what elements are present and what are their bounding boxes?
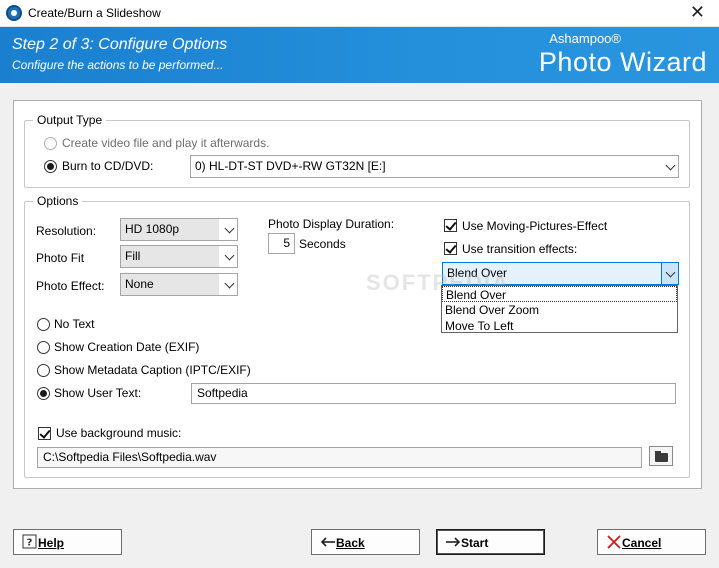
caption-creation-date-radio[interactable] bbox=[37, 341, 50, 354]
photo-effect-label: Photo Effect: bbox=[36, 279, 105, 293]
music-path-input[interactable]: C:\Softpedia Files\Softpedia.wav bbox=[37, 447, 642, 468]
burn-disc-radio[interactable] bbox=[44, 160, 57, 173]
cancel-icon bbox=[607, 535, 621, 549]
moving-pictures-label: Use Moving-Pictures-Effect bbox=[462, 219, 608, 233]
caption-no-text-radio[interactable] bbox=[37, 318, 50, 331]
photo-fit-value: Fill bbox=[121, 246, 219, 267]
help-button[interactable]: ? Help bbox=[13, 529, 122, 555]
output-type-group: Output Type Create video file and play i… bbox=[24, 113, 690, 188]
user-text-input[interactable]: Softpedia bbox=[191, 383, 676, 404]
step-subtitle: Configure the actions to be performed... bbox=[12, 58, 224, 72]
background-music-checkbox[interactable] bbox=[38, 427, 51, 440]
arrow-left-icon bbox=[320, 537, 335, 547]
cancel-button[interactable]: Cancel bbox=[597, 529, 706, 555]
duration-input[interactable]: 5 bbox=[268, 233, 295, 254]
start-button[interactable]: Start bbox=[436, 529, 545, 555]
help-icon: ? bbox=[22, 534, 37, 549]
brand-name-large: Photo Wizard bbox=[538, 47, 707, 77]
svg-text:?: ? bbox=[27, 538, 33, 549]
output-type-legend: Output Type bbox=[33, 113, 107, 127]
transition-label: Use transition effects: bbox=[462, 242, 578, 256]
transition-option[interactable]: Blend Over Zoom bbox=[442, 302, 677, 318]
create-video-label: Create video file and play it afterwards… bbox=[62, 136, 270, 150]
resolution-label: Resolution: bbox=[36, 224, 97, 238]
drive-select[interactable]: 0) HL-DT-ST DVD+-RW GT32N [E:] bbox=[190, 155, 679, 178]
transition-checkbox[interactable] bbox=[444, 242, 457, 255]
chevron-down-icon bbox=[224, 223, 235, 234]
caption-user-text-radio[interactable] bbox=[37, 387, 50, 400]
chevron-down-icon bbox=[224, 278, 235, 289]
duration-label: Photo Display Duration: bbox=[268, 217, 395, 231]
chevron-down-icon bbox=[224, 250, 235, 261]
caption-creation-date-label: Show Creation Date (EXIF) bbox=[54, 340, 200, 354]
options-legend: Options bbox=[33, 194, 83, 208]
brand-name-small: Ashampoo® bbox=[549, 31, 621, 46]
photo-effect-select[interactable]: None bbox=[120, 273, 238, 296]
transition-dropdown-list: Blend Over Blend Over Zoom Move To Left bbox=[441, 285, 678, 333]
resolution-value: HD 1080p bbox=[121, 219, 219, 240]
caption-metadata-label: Show Metadata Caption (IPTC/EXIF) bbox=[54, 363, 251, 377]
app-icon bbox=[6, 5, 22, 21]
drive-select-value: 0) HL-DT-ST DVD+-RW GT32N [E:] bbox=[191, 156, 661, 177]
photo-fit-label: Photo Fit bbox=[36, 251, 85, 265]
chevron-down-icon bbox=[665, 160, 676, 171]
folder-icon[interactable] bbox=[649, 446, 673, 466]
create-video-radio[interactable] bbox=[44, 137, 57, 150]
transition-option[interactable]: Blend Over bbox=[442, 286, 677, 302]
help-label: Help bbox=[38, 536, 65, 550]
back-label: Back bbox=[336, 536, 365, 550]
wizard-banner: Step 2 of 3: Configure Options Configure… bbox=[0, 27, 719, 83]
title-bar: Create/Burn a Slideshow ✕ bbox=[0, 0, 719, 27]
photo-fit-select[interactable]: Fill bbox=[120, 245, 238, 268]
close-icon[interactable]: ✕ bbox=[690, 2, 705, 23]
back-button[interactable]: Back bbox=[311, 529, 420, 555]
start-label: Start bbox=[461, 536, 489, 550]
caption-no-text-label: No Text bbox=[54, 317, 95, 331]
moving-pictures-checkbox[interactable] bbox=[444, 219, 457, 232]
options-group: Options Resolution: HD 1080p Photo Fit F… bbox=[24, 194, 690, 478]
step-title: Step 2 of 3: Configure Options bbox=[12, 36, 228, 53]
window-title: Create/Burn a Slideshow bbox=[28, 6, 161, 20]
arrow-right-icon bbox=[446, 537, 461, 547]
duration-unit-label: Seconds bbox=[299, 237, 346, 251]
photo-effect-value: None bbox=[121, 274, 219, 295]
transition-option[interactable]: Move To Left bbox=[442, 318, 677, 334]
cancel-label: Cancel bbox=[622, 536, 662, 550]
background-music-label: Use background music: bbox=[56, 426, 182, 440]
burn-disc-label: Burn to CD/DVD: bbox=[62, 159, 154, 173]
resolution-select[interactable]: HD 1080p bbox=[120, 218, 238, 241]
caption-metadata-radio[interactable] bbox=[37, 364, 50, 377]
caption-user-text-label: Show User Text: bbox=[54, 386, 142, 400]
